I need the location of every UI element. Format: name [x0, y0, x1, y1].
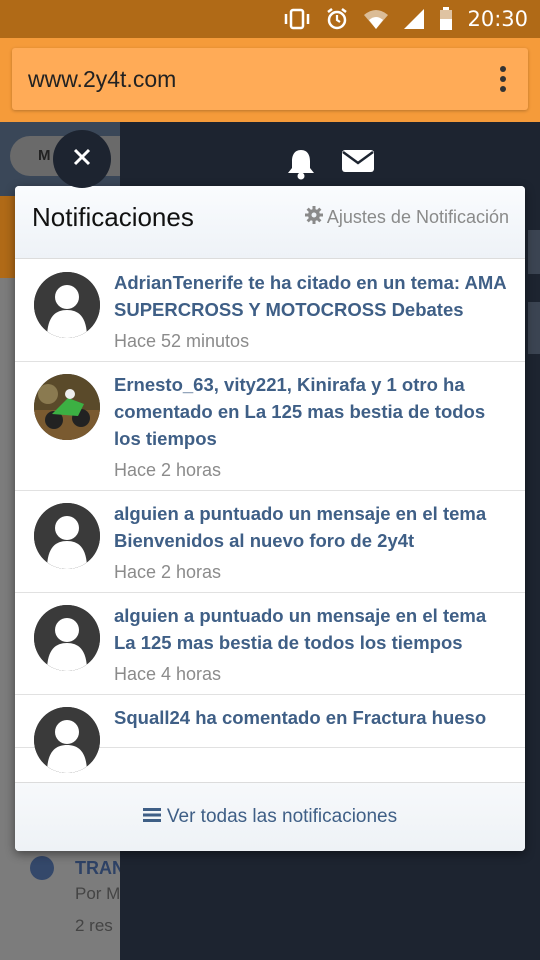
topic-author: Por M	[75, 884, 120, 903]
notification-time: Hace 2 horas	[114, 562, 222, 582]
wifi-icon	[363, 8, 389, 30]
notifications-panel: Notificaciones Ajustes de Notificación A…	[15, 186, 525, 851]
notification-list: AdrianTenerife te ha citado en un tema: …	[15, 260, 525, 782]
panel-title: Notificaciones	[32, 202, 194, 232]
notification-text[interactable]: alguien a puntuado un mensaje en el tema…	[114, 602, 509, 656]
alarm-icon	[325, 7, 349, 31]
page-edge-element	[528, 230, 540, 274]
topic-replies: 2 res	[75, 916, 113, 935]
notification-text[interactable]: Squall24 ha comentado en Fractura hueso	[114, 704, 509, 731]
close-button[interactable]	[53, 130, 111, 188]
avatar[interactable]	[34, 605, 100, 671]
notification-item[interactable]: alguien a puntuado un mensaje en el tema…	[15, 593, 525, 695]
browser-toolbar: www.2y4t.com	[0, 38, 540, 122]
page-edge-element	[528, 302, 540, 354]
notification-item[interactable]: Ernesto_63, vity221, Kinirafa y 1 otro h…	[15, 362, 525, 491]
view-all-label: Ver todas las notificaciones	[166, 806, 398, 827]
topic-status-dot	[30, 856, 54, 880]
page-nav-tab-label: M	[38, 147, 51, 164]
notification-item[interactable]: AdrianTenerife te ha citado en un tema: …	[15, 260, 525, 362]
notification-settings-link[interactable]: Ajustes de Notificación	[304, 206, 509, 229]
url-bar[interactable]: www.2y4t.com	[12, 48, 528, 110]
notification-time: Hace 4 horas	[114, 664, 222, 684]
vibrate-icon	[283, 8, 311, 30]
notification-text[interactable]: alguien a puntuado un mensaje en el tema…	[114, 500, 509, 554]
notification-settings-label: Ajustes de Notificación	[326, 207, 509, 227]
status-bar: 20:30	[0, 0, 540, 38]
notification-time: Hace 52 minutos	[114, 331, 250, 351]
notification-text[interactable]: AdrianTenerife te ha citado en un tema: …	[114, 269, 509, 323]
notification-time: Hace 2 horas	[114, 460, 222, 480]
signal-icon	[403, 8, 425, 30]
clock-time: 20:30	[467, 7, 528, 31]
kebab-menu-icon[interactable]	[500, 66, 506, 92]
gear-icon	[304, 206, 323, 229]
battery-icon	[439, 7, 453, 31]
url-text[interactable]: www.2y4t.com	[28, 66, 176, 93]
view-all-notifications-link[interactable]: Ver todas las notificaciones	[15, 782, 525, 851]
close-icon	[73, 148, 91, 171]
bell-icon[interactable]	[286, 148, 316, 185]
notification-item[interactable]: alguien a puntuado un mensaje en el tema…	[15, 491, 525, 593]
avatar[interactable]	[34, 707, 100, 773]
topic-title: TRAN	[75, 858, 120, 878]
notification-item[interactable]: Squall24 ha comentado en Fractura hueso	[15, 695, 525, 773]
avatar[interactable]	[34, 503, 100, 569]
avatar[interactable]	[34, 272, 100, 338]
background-topic-row: TRAN Por M 2 res	[0, 850, 120, 960]
notification-text[interactable]: Ernesto_63, vity221, Kinirafa y 1 otro h…	[114, 371, 509, 452]
list-icon	[142, 807, 161, 828]
envelope-icon[interactable]	[342, 148, 374, 179]
notifications-header: Notificaciones Ajustes de Notificación	[15, 186, 525, 259]
avatar[interactable]	[34, 374, 100, 440]
